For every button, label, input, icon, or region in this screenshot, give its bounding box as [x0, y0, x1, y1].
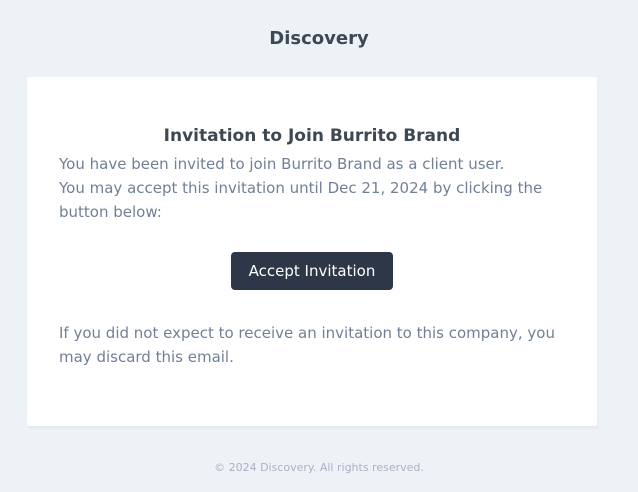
brand-link[interactable]: Discovery [269, 28, 368, 49]
email-card: Invitation to Join Burrito Brand You hav… [27, 77, 597, 426]
invitation-message: You have been invited to join Burrito Br… [59, 152, 565, 224]
email-header: Discovery [0, 28, 638, 49]
footer-copyright: © 2024 Discovery. All rights reserved. [214, 461, 424, 474]
button-container: Accept Invitation [59, 252, 565, 290]
discard-note: If you did not expect to receive an invi… [59, 324, 555, 366]
accept-invitation-button[interactable]: Accept Invitation [230, 252, 394, 290]
invitation-line-1: You have been invited to join Burrito Br… [59, 155, 505, 173]
invitation-line-2: You may accept this invitation until Dec… [59, 179, 543, 221]
email-card-content: Invitation to Join Burrito Brand You hav… [27, 125, 597, 369]
invitation-title: Invitation to Join Burrito Brand [163, 126, 461, 146]
